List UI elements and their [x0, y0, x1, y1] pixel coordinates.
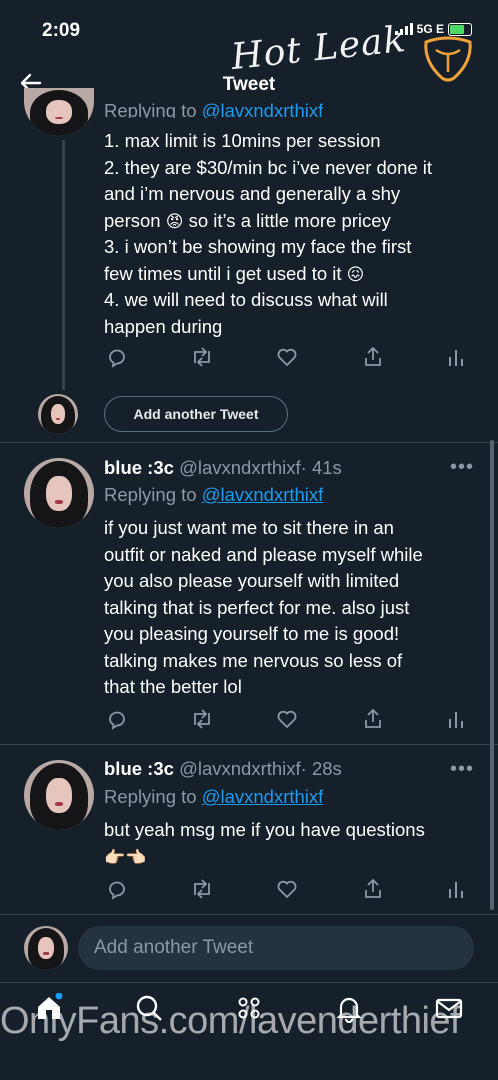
- replying-prefix: Replying to: [104, 786, 202, 807]
- add-another-tweet-button[interactable]: Add another Tweet: [104, 396, 288, 432]
- more-options-icon[interactable]: •••: [450, 456, 474, 479]
- tweet-text: person: [104, 209, 161, 231]
- divider: [0, 744, 498, 745]
- tweet-time: · 41s: [300, 457, 342, 478]
- confounded-emoji: 😖: [346, 264, 365, 284]
- tweet1-replying: Replying to @lavxndxrthixf: [104, 102, 323, 118]
- angry-emoji: 😡: [165, 211, 184, 231]
- tweet3-replying: Replying to @lavxndxrthixf: [104, 784, 323, 811]
- like-icon[interactable]: [276, 708, 298, 730]
- tweet-line: if you just want me to sit there in an: [104, 517, 394, 538]
- author-name[interactable]: blue :3c: [104, 457, 174, 478]
- tweet-line: 2. they are $30/min bc i’ve never done i…: [104, 156, 433, 178]
- replying-prefix: Replying to: [104, 102, 202, 118]
- tweet-line: talking makes me nervous so less of: [104, 649, 403, 671]
- analytics-icon[interactable]: [446, 346, 466, 368]
- tweet1-actions: [104, 346, 474, 372]
- tweet2-header: blue :3c @lavxndxrthixf· 41s: [104, 455, 444, 482]
- reply-icon[interactable]: [106, 346, 128, 368]
- status-time: 2:09: [42, 20, 81, 41]
- replying-handle-link[interactable]: @lavxndxrthixf: [202, 102, 324, 118]
- like-icon[interactable]: [276, 878, 298, 900]
- tweet-line: few times until i get used to it 😖: [104, 261, 484, 288]
- replying-prefix: Replying to: [104, 484, 202, 505]
- tweet-time: · 28s: [300, 758, 342, 779]
- share-icon[interactable]: [362, 346, 384, 368]
- tweet-line: happen during: [104, 315, 223, 337]
- tweet-line: and i’m nervous and generally a shy: [104, 183, 401, 204]
- tweet-line: talking that is perfect for me. also jus…: [104, 596, 410, 618]
- tweet-line: but yeah msg me if you have questions: [104, 819, 425, 840]
- analytics-icon[interactable]: [446, 708, 466, 730]
- avatar[interactable]: [24, 760, 94, 830]
- more-options-icon[interactable]: •••: [450, 758, 474, 781]
- tweet-text: so it’s a little more pricey: [188, 209, 391, 231]
- tweet2-actions: [104, 708, 474, 734]
- divider: [0, 442, 498, 443]
- avatar[interactable]: [38, 394, 78, 434]
- avatar[interactable]: [24, 458, 94, 528]
- tweet2-replying: Replying to @lavxndxrthixf: [104, 482, 323, 509]
- tweet3-header: blue :3c @lavxndxrthixf· 28s: [104, 756, 444, 783]
- reply-icon[interactable]: [106, 708, 128, 730]
- retweet-icon[interactable]: [190, 346, 214, 368]
- tweet2-body: if you just want me to sit there in an o…: [104, 515, 484, 701]
- tweet-line: outfit or naked and please myself while: [104, 543, 423, 565]
- tweet-line: that the better lol: [104, 676, 242, 697]
- tweet-line: you also please yourself with limited: [104, 570, 400, 591]
- retweet-icon[interactable]: [190, 878, 214, 900]
- tweet-line: you pleasing yourself to me is good!: [104, 623, 400, 644]
- thread-connector: [62, 140, 65, 390]
- tweet1-body: 1. max limit is 10mins per session 2. th…: [104, 128, 484, 340]
- author-handle[interactable]: @lavxndxrthixf: [179, 457, 301, 478]
- retweet-icon[interactable]: [190, 708, 214, 730]
- tweet3-actions: [104, 878, 474, 904]
- like-icon[interactable]: [276, 346, 298, 368]
- avatar[interactable]: [24, 926, 68, 970]
- analytics-icon[interactable]: [446, 878, 466, 900]
- author-handle[interactable]: @lavxndxrthixf: [179, 758, 301, 779]
- tweet-line: person 😡 so it’s a little more pricey: [104, 208, 484, 235]
- reply-icon[interactable]: [106, 878, 128, 900]
- tweet-line: 3. i won’t be showing my face the first: [104, 236, 412, 257]
- scrollbar[interactable]: [490, 440, 494, 910]
- tweet3-body: but yeah msg me if you have questions 👉🏻…: [104, 817, 484, 870]
- share-icon[interactable]: [362, 708, 384, 730]
- share-icon[interactable]: [362, 878, 384, 900]
- author-name[interactable]: blue :3c: [104, 758, 174, 779]
- compose-placeholder: Add another Tweet: [94, 937, 254, 958]
- replying-handle-link[interactable]: @lavxndxrthixf: [202, 786, 324, 807]
- avatar[interactable]: [24, 88, 94, 136]
- pointing-fingers-emoji: 👉🏻👈🏻: [104, 847, 147, 867]
- watermark-onlyfans: OnlyFans.com/lavenderthief: [0, 1000, 461, 1042]
- tweet-line: 1. max limit is 10mins per session: [104, 130, 381, 151]
- divider: [0, 914, 498, 915]
- replying-handle-link[interactable]: @lavxndxrthixf: [202, 484, 324, 505]
- tweet-line: 4. we will need to discuss what will: [104, 289, 388, 310]
- compose-input[interactable]: Add another Tweet: [78, 926, 474, 970]
- tweet-text: few times until i get used to it: [104, 262, 342, 284]
